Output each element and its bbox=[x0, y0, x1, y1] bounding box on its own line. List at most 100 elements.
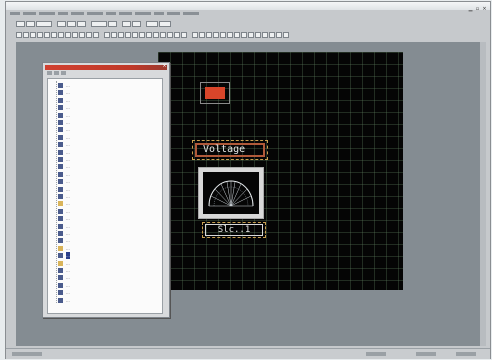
object-icon bbox=[58, 282, 63, 288]
panel-title-bar[interactable] bbox=[45, 65, 167, 70]
menu-item[interactable] bbox=[10, 12, 20, 15]
toolbar-button[interactable] bbox=[153, 32, 159, 38]
object-icon bbox=[58, 268, 63, 273]
tree-item-label: ... bbox=[66, 297, 70, 303]
object-tree: ........................................… bbox=[47, 78, 163, 314]
toolbar-button[interactable] bbox=[26, 21, 35, 27]
toolbar-button[interactable] bbox=[122, 21, 131, 27]
toolbar-button[interactable] bbox=[206, 32, 212, 38]
toolbar-button[interactable] bbox=[139, 32, 145, 38]
menu-item[interactable] bbox=[39, 12, 55, 15]
toolbar-button[interactable] bbox=[118, 32, 124, 38]
toolbar-button[interactable] bbox=[213, 32, 219, 38]
tree-item-label: ... bbox=[66, 223, 70, 229]
tree-item-label: ... bbox=[66, 186, 70, 192]
menu-item[interactable] bbox=[183, 12, 199, 15]
toolbar-button[interactable] bbox=[36, 21, 52, 27]
red-button-widget[interactable] bbox=[200, 82, 230, 104]
toolbar-button[interactable] bbox=[93, 32, 99, 38]
toolbar-button[interactable] bbox=[16, 32, 22, 38]
toolbar-button[interactable] bbox=[91, 21, 107, 27]
object-icon bbox=[58, 149, 63, 155]
menu-item[interactable] bbox=[58, 12, 68, 15]
menu-item[interactable] bbox=[87, 12, 103, 15]
tree-item-label: ... bbox=[66, 112, 70, 118]
minimize-icon[interactable]: ▁ bbox=[468, 7, 473, 12]
object-icon bbox=[58, 223, 63, 229]
voltage-label-selection[interactable]: Voltage bbox=[192, 140, 268, 160]
toolbar-button[interactable] bbox=[262, 32, 268, 38]
maximize-icon[interactable]: ▫ bbox=[475, 7, 480, 12]
toolbar-button[interactable] bbox=[159, 21, 171, 27]
gauge-widget[interactable] bbox=[198, 167, 264, 219]
toolbar-button[interactable] bbox=[269, 32, 275, 38]
object-icon bbox=[58, 164, 63, 170]
toolbar-button[interactable] bbox=[37, 32, 43, 38]
toolbar-button[interactable] bbox=[86, 32, 92, 38]
toolbar-button[interactable] bbox=[58, 32, 64, 38]
object-icon bbox=[58, 208, 63, 214]
tree-item-label: ... bbox=[66, 238, 70, 244]
close-icon[interactable]: × bbox=[482, 7, 487, 12]
tree-item-label: ... bbox=[66, 149, 70, 155]
tree-item-label: ... bbox=[66, 275, 70, 281]
object-icon bbox=[58, 127, 63, 133]
toolbar-button[interactable] bbox=[77, 21, 86, 27]
tree-item-label: ... bbox=[66, 157, 70, 162]
toolbar-button[interactable] bbox=[248, 32, 254, 38]
tag-label: Slc..1 bbox=[205, 224, 263, 236]
toolbar-button[interactable] bbox=[241, 32, 247, 38]
tree-connector-line bbox=[56, 81, 57, 303]
menu-item[interactable] bbox=[106, 12, 116, 15]
toolbar-button[interactable] bbox=[30, 32, 36, 38]
tag-label-selection[interactable]: Slc..1 bbox=[202, 222, 266, 238]
toolbar-button[interactable] bbox=[104, 32, 110, 38]
menu-item[interactable] bbox=[154, 12, 164, 15]
object-icon bbox=[58, 112, 63, 118]
toolbar-button[interactable] bbox=[111, 32, 117, 38]
menu-item[interactable] bbox=[167, 12, 180, 15]
toolbar-button[interactable] bbox=[51, 32, 57, 38]
menu-item[interactable] bbox=[23, 12, 36, 15]
object-icon bbox=[58, 134, 63, 140]
menu-item[interactable] bbox=[119, 12, 132, 15]
toolbar-button[interactable] bbox=[192, 32, 198, 38]
toolbar-button[interactable] bbox=[23, 32, 29, 38]
status-field bbox=[456, 352, 476, 356]
toolbar-button[interactable] bbox=[167, 32, 173, 38]
toolbar-button[interactable] bbox=[16, 21, 25, 27]
toolbar-button[interactable] bbox=[72, 32, 78, 38]
object-icon bbox=[58, 83, 63, 88]
toolbar-button[interactable] bbox=[57, 21, 66, 27]
toolbar-button[interactable] bbox=[132, 21, 141, 27]
object-icon bbox=[58, 97, 63, 103]
tree-item-label: ... bbox=[66, 83, 70, 88]
object-icon bbox=[58, 238, 63, 244]
toolbar-button[interactable] bbox=[44, 32, 50, 38]
toolbar-button[interactable] bbox=[146, 21, 158, 27]
screen-canvas[interactable]: Voltage Slc..1 bbox=[158, 52, 403, 290]
menu-item[interactable] bbox=[71, 12, 84, 15]
status-text bbox=[12, 352, 42, 356]
toolbar-button[interactable] bbox=[199, 32, 205, 38]
toolbar-button[interactable] bbox=[276, 32, 282, 38]
toolbar-button[interactable] bbox=[220, 32, 226, 38]
toolbar-button[interactable] bbox=[234, 32, 240, 38]
close-icon[interactable]: × bbox=[162, 64, 167, 69]
toolbar-button[interactable] bbox=[160, 32, 166, 38]
toolbar-button[interactable] bbox=[108, 21, 117, 27]
toolbar-button[interactable] bbox=[174, 32, 180, 38]
menu-item[interactable] bbox=[135, 12, 151, 15]
toolbar-button[interactable] bbox=[125, 32, 131, 38]
object-icon bbox=[58, 142, 63, 148]
toolbar-button[interactable] bbox=[79, 32, 85, 38]
toolbar-button[interactable] bbox=[67, 21, 76, 27]
toolbar-button[interactable] bbox=[65, 32, 71, 38]
toolbar-button[interactable] bbox=[181, 32, 187, 38]
toolbar-button[interactable] bbox=[132, 32, 138, 38]
vertical-scrollbar[interactable] bbox=[480, 42, 486, 346]
toolbar-button[interactable] bbox=[255, 32, 261, 38]
toolbar-button[interactable] bbox=[283, 32, 289, 38]
toolbar-button[interactable] bbox=[227, 32, 233, 38]
toolbar-button[interactable] bbox=[146, 32, 152, 38]
